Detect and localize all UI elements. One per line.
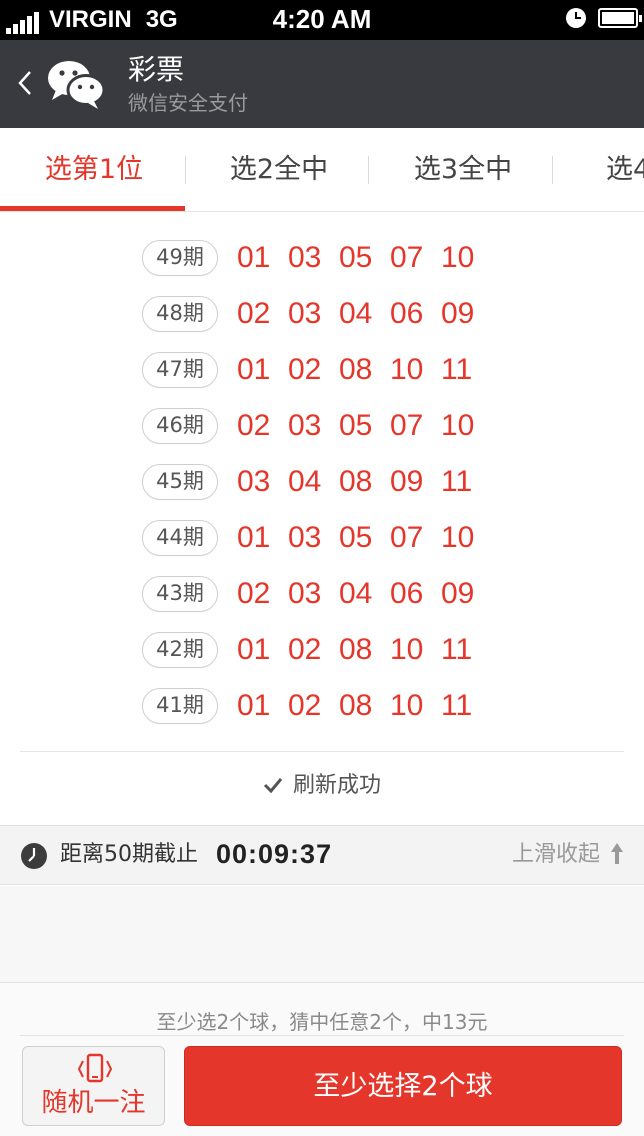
history-row: 42期 01 02 08 10 11	[0, 624, 644, 680]
draw-number: 02	[288, 689, 322, 722]
draw-number: 08	[339, 689, 373, 722]
draw-number: 04	[339, 297, 373, 330]
status-bar: VIRGIN 3G 4:20 AM	[0, 0, 644, 40]
draw-number: 03	[288, 409, 322, 442]
draw-number: 01	[237, 521, 271, 554]
battery-icon	[598, 8, 642, 28]
tab-bar: 选第1位 选2全中 选3全中 选4全中	[0, 128, 644, 212]
draw-number: 08	[339, 633, 373, 666]
draw-number: 10	[390, 633, 424, 666]
collapse-hint[interactable]: 上滑收起	[512, 838, 600, 872]
draw-number: 07	[390, 241, 424, 274]
submit-button[interactable]: 至少选择2个球	[184, 1046, 622, 1126]
alarm-clock-icon	[566, 8, 586, 28]
random-pick-label: 随机一注	[41, 1088, 146, 1118]
draw-number: 01	[237, 633, 271, 666]
divider	[20, 1035, 624, 1036]
draw-number: 10	[441, 521, 475, 554]
period-badge: 44期	[142, 520, 218, 556]
draw-number: 11	[441, 353, 473, 386]
draw-number: 02	[237, 577, 271, 610]
chevron-left-icon[interactable]	[14, 68, 38, 98]
draw-number: 03	[288, 241, 322, 274]
countdown-bar[interactable]: 距离50期截止 00:09:37 上滑收起	[0, 825, 644, 885]
period-badge: 49期	[142, 240, 218, 276]
status-right	[566, 8, 642, 28]
period-badge: 45期	[142, 464, 218, 500]
period-badge: 46期	[142, 408, 218, 444]
history-row: 41期 01 02 08 10 11	[0, 680, 644, 736]
draw-number: 10	[441, 409, 475, 442]
status-time: 4:20 AM	[272, 4, 372, 34]
arrow-up-icon[interactable]	[610, 842, 624, 866]
draw-number: 02	[237, 409, 271, 442]
draw-number: 09	[441, 577, 475, 610]
tab-divider	[185, 156, 186, 184]
draw-number: 10	[441, 241, 475, 274]
refresh-status-text: 刷新成功	[292, 773, 381, 798]
draw-number: 01	[237, 241, 271, 274]
draw-number: 03	[288, 521, 322, 554]
draw-number: 10	[390, 353, 424, 386]
draw-number: 07	[390, 521, 424, 554]
draw-number: 11	[441, 689, 473, 722]
history-row: 48期 02 03 04 06 09	[0, 288, 644, 344]
clock-icon	[21, 843, 47, 869]
draw-number: 04	[339, 577, 373, 610]
draw-number: 06	[390, 577, 424, 610]
check-icon	[263, 778, 283, 794]
history-row: 45期 03 04 08 09 11	[0, 456, 644, 512]
tab-pick-4[interactable]: 选4全中	[558, 128, 644, 211]
draw-number: 10	[390, 689, 424, 722]
history-row: 44期 01 03 05 07 10	[0, 512, 644, 568]
draw-number: 06	[390, 297, 424, 330]
random-pick-button[interactable]: 随机一注	[22, 1046, 165, 1126]
history-row: 43期 02 03 04 06 09	[0, 568, 644, 624]
period-badge: 43期	[142, 576, 218, 612]
draw-number: 01	[237, 689, 271, 722]
page-subtitle: 微信安全支付	[128, 91, 248, 115]
draw-number: 04	[288, 465, 322, 498]
countdown-time: 00:09:37	[216, 839, 333, 869]
draw-number: 09	[441, 297, 475, 330]
period-badge: 47期	[142, 352, 218, 388]
period-badge: 41期	[142, 688, 218, 724]
countdown-label: 距离50期截止	[60, 842, 198, 867]
draw-number: 09	[390, 465, 424, 498]
page-title: 彩票	[128, 53, 185, 86]
draw-number: 02	[288, 353, 322, 386]
active-tab-indicator	[0, 206, 185, 211]
draw-number: 08	[339, 353, 373, 386]
title-bar: 彩票 微信安全支付	[0, 40, 644, 128]
history-row: 49期 01 03 05 07 10	[0, 232, 644, 288]
draw-number: 11	[441, 465, 473, 498]
tab-divider	[552, 156, 553, 184]
tab-pick-2[interactable]: 选2全中	[187, 128, 371, 211]
tab-pick-3[interactable]: 选3全中	[371, 128, 555, 211]
wechat-icon	[48, 61, 106, 109]
history-row: 47期 01 02 08 10 11	[0, 344, 644, 400]
draw-number: 03	[288, 297, 322, 330]
draw-number: 07	[390, 409, 424, 442]
rule-hint: 至少选2个球，猜中任意2个，中13元	[156, 1010, 488, 1034]
period-badge: 48期	[142, 296, 218, 332]
tab-divider	[368, 156, 369, 184]
draw-number: 05	[339, 241, 373, 274]
draw-number: 11	[441, 633, 473, 666]
draw-number: 02	[288, 633, 322, 666]
draw-number: 05	[339, 409, 373, 442]
draw-number: 03	[237, 465, 271, 498]
draw-number: 01	[237, 353, 271, 386]
period-badge: 42期	[142, 632, 218, 668]
shake-phone-icon	[77, 1053, 113, 1083]
history-row: 46期 02 03 05 07 10	[0, 400, 644, 456]
divider	[20, 751, 624, 752]
draw-number: 03	[288, 577, 322, 610]
draw-number: 08	[339, 465, 373, 498]
tab-pick-first[interactable]: 选第1位	[2, 128, 186, 211]
draw-number: 05	[339, 521, 373, 554]
refresh-status: 刷新成功	[0, 768, 644, 804]
draw-number: 02	[237, 297, 271, 330]
ball-selection-area[interactable]	[0, 886, 644, 982]
